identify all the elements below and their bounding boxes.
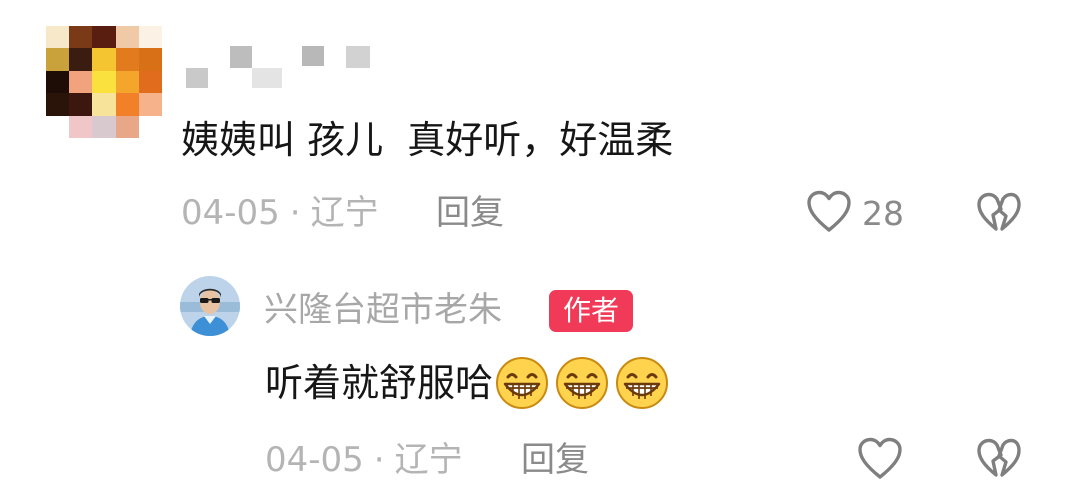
heart-outline-icon[interactable] [806,190,852,234]
avatar-pixel [92,115,116,138]
commenter-username-blurred[interactable] [186,46,376,88]
reply-text: 听着就舒服哈 [265,361,494,405]
avatar-pixel [92,26,116,49]
avatar-pixel [69,93,93,116]
reply-content: 听着就舒服哈 [265,356,675,410]
avatar-pixel [92,48,116,71]
avatar-pixel [46,48,70,71]
avatar-pixel [46,93,70,116]
author-avatar[interactable] [180,276,240,336]
reply-location: 辽宁 [394,440,463,480]
broken-heart-icon[interactable] [976,438,1022,480]
comment-location: 辽宁 [310,193,379,233]
meta-separator: · [373,440,385,480]
emoji-row [495,356,675,410]
avatar-pixel [46,70,70,94]
avatar-pixel [92,93,116,116]
broken-heart-icon[interactable] [976,192,1022,234]
grinning-face-emoji [555,356,609,410]
avatar-pixel [69,115,93,138]
avatar-pixel [138,115,162,138]
like-count: 28 [862,194,904,233]
avatar-pixel [138,70,162,94]
meta-separator: · [289,193,301,233]
avatar-pixel [46,26,70,49]
comment-text: 姨姨叫 孩儿 真好听，好温柔 [181,118,674,162]
author-name[interactable]: 兴隆台超市老朱 [264,293,502,327]
grinning-face-emoji [495,356,549,410]
avatar-pixel [46,115,70,138]
avatar-pixel [69,70,93,94]
avatar-pixel [138,93,162,116]
avatar-pixel [115,70,139,94]
reply-date: 04-05 [265,440,364,480]
avatar-pixel [138,26,162,49]
reply-meta: 04-05 · 辽宁 [265,443,463,477]
reply-reply-button[interactable]: 回复 [521,443,589,477]
comment-date: 04-05 [181,193,280,233]
comment-meta: 04-05 · 辽宁 [181,196,379,230]
avatar-pixel [92,70,116,94]
avatar-pixel [115,48,139,71]
commenter-avatar[interactable] [46,26,162,138]
avatar-pixel [69,48,93,71]
avatar-pixel [115,26,139,49]
avatar-pixel [115,115,139,138]
author-badge: 作者 [549,290,633,332]
heart-outline-icon[interactable] [857,437,903,481]
avatar-pixel [138,48,162,71]
avatar-pixel [69,26,93,49]
grinning-face-emoji [615,356,669,410]
comment-reply-button[interactable]: 回复 [436,196,504,230]
avatar-pixel [115,93,139,116]
